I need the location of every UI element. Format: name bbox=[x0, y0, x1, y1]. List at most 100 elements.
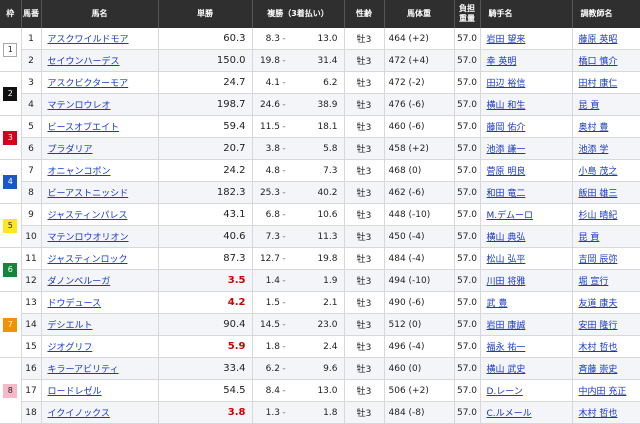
place-odds-max-cell: 6.2 bbox=[288, 71, 345, 94]
horse-name-cell: イクイノックス bbox=[41, 401, 159, 424]
jockey-link[interactable]: D.レーン bbox=[487, 387, 523, 397]
place-odds-separator: - bbox=[280, 159, 288, 182]
jockey-link[interactable]: 横山 典弘 bbox=[487, 233, 526, 243]
trainer-link[interactable]: 昆 貢 bbox=[579, 101, 600, 111]
place-odds-max-cell: 9.6 bbox=[288, 357, 345, 380]
place-odds-min-cell: 1.3 bbox=[252, 401, 280, 424]
horse-name-cell: アスクビクターモア bbox=[41, 71, 159, 94]
horse-name-link[interactable]: ドウデュース bbox=[48, 299, 102, 309]
jockey-link[interactable]: 横山 和生 bbox=[487, 101, 526, 111]
trainer-link[interactable]: 昆 貢 bbox=[579, 233, 600, 243]
place-odds-min-cell: 8.4 bbox=[252, 379, 280, 402]
trainer-link[interactable]: 木村 哲也 bbox=[579, 343, 618, 353]
carried-weight-cell: 57.0 bbox=[454, 291, 481, 314]
jockey-link[interactable]: 福永 祐一 bbox=[487, 343, 526, 353]
trainer-link[interactable]: 吉岡 辰弥 bbox=[579, 255, 618, 265]
trainer-cell: 田村 康仁 bbox=[572, 71, 640, 94]
sex-age-cell: 牡3 bbox=[344, 225, 385, 248]
trainer-cell: 藤原 英昭 bbox=[572, 28, 640, 50]
trainer-link[interactable]: 池添 学 bbox=[579, 145, 609, 155]
jockey-link[interactable]: 藤岡 佑介 bbox=[487, 123, 526, 133]
jockey-link[interactable]: M.デムーロ bbox=[487, 211, 533, 221]
trainer-link[interactable]: 安田 隆行 bbox=[579, 321, 618, 331]
horse-name-cell: ジャスティンロック bbox=[41, 247, 159, 270]
carried-weight-cell: 57.0 bbox=[454, 71, 481, 94]
trainer-link[interactable]: 奥村 豊 bbox=[579, 123, 609, 133]
horse-name-link[interactable]: マテンロウレオ bbox=[48, 101, 111, 111]
trainer-link[interactable]: 飯田 雄三 bbox=[579, 189, 618, 199]
carried-weight-cell: 57.0 bbox=[454, 335, 481, 358]
trainer-link[interactable]: 木村 哲也 bbox=[579, 409, 618, 419]
jockey-cell: 岩田 望来 bbox=[480, 28, 573, 50]
horse-name-link[interactable]: ジャスティンパレス bbox=[48, 211, 128, 221]
horse-name-link[interactable]: オニャンコポン bbox=[48, 167, 111, 177]
horse-name-link[interactable]: ロードレゼル bbox=[48, 387, 102, 397]
horse-name-link[interactable]: マテンロウオリオン bbox=[48, 233, 129, 243]
jockey-cell: 横山 武史 bbox=[480, 357, 573, 380]
trainer-link[interactable]: 斉藤 崇史 bbox=[579, 365, 618, 375]
horse-name-cell: セイウンハーデス bbox=[41, 49, 159, 72]
jockey-link[interactable]: 池添 謙一 bbox=[487, 145, 526, 155]
place-odds-min-cell: 8.3 bbox=[252, 28, 280, 50]
header-weight-line1: 負担 bbox=[459, 4, 475, 13]
sex-age-cell: 牡3 bbox=[344, 115, 385, 138]
win-odds-cell: 87.3 bbox=[158, 247, 253, 270]
place-odds-separator: - bbox=[280, 28, 288, 50]
jockey-link[interactable]: 田辺 裕信 bbox=[487, 79, 526, 89]
body-weight-cell: 496 (-4) bbox=[384, 335, 455, 358]
table-row: 4 7 オニャンコポン 24.2 4.8-7.3 牡3 468 (0) 57.0 菅原 明良 小島… bbox=[0, 159, 640, 204]
umaban-cell: 9 bbox=[21, 203, 42, 226]
horse-name-link[interactable]: ダノンベルーガ bbox=[48, 277, 111, 287]
waku-badge: 8 bbox=[3, 383, 18, 398]
horse-name-link[interactable]: アスクワイルドモア bbox=[48, 35, 129, 45]
horse-name-link[interactable]: ジオグリフ bbox=[48, 343, 93, 353]
header-trainer: 調教師名 bbox=[572, 0, 640, 28]
trainer-cell: 奥村 豊 bbox=[572, 115, 640, 138]
jockey-link[interactable]: 松山 弘平 bbox=[487, 255, 526, 265]
horse-name-link[interactable]: プラダリア bbox=[48, 145, 93, 155]
horse-name-cell: ジオグリフ bbox=[41, 335, 159, 358]
jockey-link[interactable]: 武 豊 bbox=[487, 299, 508, 309]
horse-name-link[interactable]: ジャスティンロック bbox=[48, 255, 128, 265]
horse-name-link[interactable]: キラーアビリティ bbox=[48, 365, 119, 375]
trainer-link[interactable]: 田村 康仁 bbox=[579, 79, 618, 89]
horse-name-link[interactable]: デシエルト bbox=[48, 321, 93, 331]
trainer-link[interactable]: 中内田 充正 bbox=[579, 387, 627, 397]
trainer-link[interactable]: 小島 茂之 bbox=[579, 167, 618, 177]
sex-age-cell: 牡3 bbox=[344, 71, 385, 94]
jockey-link[interactable]: 岩田 康誠 bbox=[487, 321, 526, 331]
horse-name-link[interactable]: ビースオブエイト bbox=[48, 123, 120, 133]
trainer-link[interactable]: 杉山 晴紀 bbox=[579, 211, 618, 221]
place-odds-max-cell: 40.2 bbox=[288, 181, 345, 204]
table-row: 8 16 キラーアビリティ 33.4 6.2-9.6 牡3 460 (0) 57.0 横山 武史… bbox=[0, 357, 640, 424]
trainer-link[interactable]: 友道 康夫 bbox=[579, 299, 618, 309]
jockey-link[interactable]: 岩田 望来 bbox=[487, 35, 526, 45]
horse-name-link[interactable]: セイウンハーデス bbox=[48, 57, 120, 67]
jockey-link[interactable]: C.ルメール bbox=[487, 409, 532, 419]
jockey-link[interactable]: 幸 英明 bbox=[487, 57, 517, 67]
jockey-link[interactable]: 和田 竜二 bbox=[487, 189, 526, 199]
waku-badge: 4 bbox=[3, 174, 18, 189]
jockey-cell: 岩田 康誠 bbox=[480, 313, 573, 336]
trainer-link[interactable]: 堀 宣行 bbox=[579, 277, 609, 287]
horse-name-link[interactable]: ビーアストニッシド bbox=[48, 189, 129, 199]
jockey-cell: 横山 典弘 bbox=[480, 225, 573, 248]
horse-name-link[interactable]: アスクビクターモア bbox=[48, 79, 129, 89]
waku-cell: 3 bbox=[0, 115, 22, 160]
jockey-link[interactable]: 菅原 明良 bbox=[487, 167, 526, 177]
jockey-link[interactable]: 横山 武史 bbox=[487, 365, 526, 375]
umaban-cell: 18 bbox=[21, 401, 42, 424]
horse-name-link[interactable]: イクイノックス bbox=[48, 409, 110, 419]
win-odds-cell: 33.4 bbox=[158, 357, 253, 380]
trainer-link[interactable]: 橋口 慎介 bbox=[579, 57, 618, 67]
header-weight-line2: 重量 bbox=[459, 14, 475, 23]
win-odds-cell: 3.8 bbox=[158, 401, 253, 424]
place-odds-min-cell: 19.8 bbox=[252, 49, 280, 72]
body-weight-cell: 464 (+2) bbox=[384, 28, 455, 50]
carried-weight-cell: 57.0 bbox=[454, 247, 481, 270]
jockey-link[interactable]: 川田 将雅 bbox=[487, 277, 526, 287]
trainer-link[interactable]: 藤原 英昭 bbox=[579, 35, 618, 45]
sex-age-cell: 牡3 bbox=[344, 247, 385, 270]
waku-cell: 8 bbox=[0, 357, 22, 424]
place-odds-max-cell: 5.8 bbox=[288, 137, 345, 160]
